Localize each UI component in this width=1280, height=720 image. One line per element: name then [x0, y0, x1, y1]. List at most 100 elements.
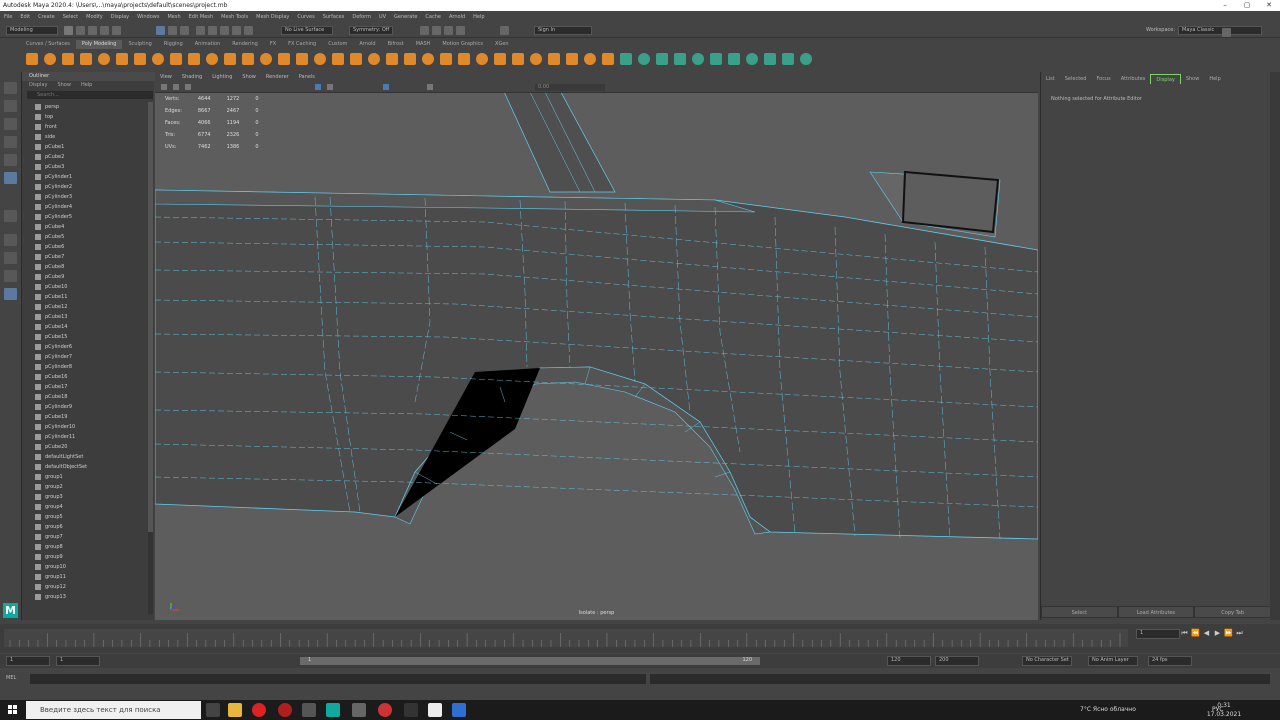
go-to-start-icon[interactable]: ⏮	[1180, 629, 1189, 638]
unreal-icon[interactable]	[404, 703, 418, 717]
menu-edit-mesh[interactable]: Edit Mesh	[185, 14, 217, 20]
outliner-item[interactable]: group6	[35, 522, 63, 532]
outliner-item[interactable]: pCylinder1	[35, 172, 72, 182]
rotate-tool-icon[interactable]	[4, 154, 17, 166]
menu-select[interactable]: Select	[59, 14, 82, 20]
outliner-item[interactable]: pCube18	[35, 392, 67, 402]
layout-icon[interactable]	[1222, 28, 1231, 37]
shelf-tab-rendering[interactable]: Rendering	[226, 40, 264, 49]
attr-tab-attributes[interactable]: Attributes	[1116, 74, 1151, 84]
time-slider[interactable]	[4, 629, 1128, 647]
outliner-item[interactable]: group8	[35, 542, 63, 552]
viewport-mesh[interactable]	[155, 72, 1038, 620]
step-back-icon[interactable]: ◀	[1202, 629, 1211, 637]
shelf-tool-icon[interactable]	[656, 53, 668, 65]
shelf-tool-icon[interactable]	[422, 53, 434, 65]
shelf-tool-icon[interactable]	[314, 53, 326, 65]
snap-grid-icon[interactable]	[196, 26, 205, 35]
weather-widget[interactable]: 7°C Ясно облачно	[1080, 700, 1136, 720]
outliner-item[interactable]: pCylinder9	[35, 402, 72, 412]
shelf-tool-icon[interactable]	[566, 53, 578, 65]
shelf-tool-icon[interactable]	[782, 53, 794, 65]
isolate-select-icon[interactable]	[383, 84, 389, 90]
shelf-tool-icon[interactable]	[260, 53, 272, 65]
shelf-tool-icon[interactable]	[602, 53, 614, 65]
open-scene-icon[interactable]	[76, 26, 85, 35]
shelf-tool-icon[interactable]	[350, 53, 362, 65]
attr-tab-show[interactable]: Show	[1181, 74, 1205, 84]
outliner-item[interactable]: pCube6	[35, 242, 64, 252]
four-view-icon[interactable]	[4, 234, 17, 246]
taskbar-search-input[interactable]: Введите здесь текст для поиска	[26, 701, 201, 719]
anim-layer-dropdown[interactable]: No Anim Layer	[1088, 656, 1138, 666]
shelf-tool-icon[interactable]	[278, 53, 290, 65]
outliner-item[interactable]: pCylinder11	[35, 432, 75, 442]
range-start-field[interactable]: 1	[56, 656, 100, 666]
render-settings-icon[interactable]	[444, 26, 453, 35]
shelf-tool-icon[interactable]	[152, 53, 164, 65]
shelf-tool-icon[interactable]	[764, 53, 776, 65]
range-end-field[interactable]: 120	[887, 656, 931, 666]
bookmark-icon[interactable]	[185, 84, 191, 90]
outliner-item[interactable]: pCube2	[35, 152, 64, 162]
attr-tab-focus[interactable]: Focus	[1091, 74, 1115, 84]
outliner-item[interactable]: top	[35, 112, 53, 122]
outliner-item[interactable]: group10	[35, 562, 66, 572]
render-icon[interactable]	[420, 26, 429, 35]
shelf-tool-icon[interactable]	[476, 53, 488, 65]
outliner-item[interactable]: group11	[35, 572, 66, 582]
menu-curves[interactable]: Curves	[293, 14, 318, 20]
select-by-hierarchy-icon[interactable]	[156, 26, 165, 35]
outliner-item[interactable]: pCube5	[35, 232, 64, 242]
shelf-tool-icon[interactable]	[188, 53, 200, 65]
shelf-tool-icon[interactable]	[674, 53, 686, 65]
outliner-item[interactable]: pCube9	[35, 272, 64, 282]
grid-icon[interactable]	[427, 84, 433, 90]
shelf-tool-icon[interactable]	[692, 53, 704, 65]
outliner-item[interactable]: pCube8	[35, 262, 64, 272]
select-tool-icon[interactable]	[4, 82, 17, 94]
menu-mesh-tools[interactable]: Mesh Tools	[217, 14, 252, 20]
camera-attributes-icon[interactable]	[173, 84, 179, 90]
play-icon[interactable]: ▶	[1213, 629, 1222, 637]
viewport-menu-view[interactable]: View	[155, 72, 177, 82]
outliner-item[interactable]: pCube14	[35, 322, 67, 332]
camera-app-icon[interactable]	[302, 703, 316, 717]
outliner-scroll-thumb[interactable]	[148, 102, 153, 532]
menu-file[interactable]: File	[0, 14, 16, 20]
menu-deform[interactable]: Deform	[348, 14, 375, 20]
outliner-item[interactable]: pCube19	[35, 412, 67, 422]
outliner-item[interactable]: pCube10	[35, 282, 67, 292]
outliner-item[interactable]: pCylinder3	[35, 192, 72, 202]
viewport-panel[interactable]: View Shading Lighting Show Renderer Panels 0.…	[155, 72, 1038, 620]
menu-mesh-display[interactable]: Mesh Display	[252, 14, 293, 20]
outliner-item[interactable]: group13	[35, 592, 66, 602]
outliner-item[interactable]: pCube4	[35, 222, 64, 232]
shelf-tab-xgen[interactable]: XGen	[489, 40, 515, 49]
shelf-tab-custom[interactable]: Custom	[322, 40, 353, 49]
shelf-tool-icon[interactable]	[206, 53, 218, 65]
outliner-item[interactable]: persp	[35, 102, 59, 112]
outliner-item[interactable]: front	[35, 122, 57, 132]
scale-tool-icon[interactable]	[4, 172, 17, 184]
outliner-item[interactable]: group1	[35, 472, 63, 482]
menu-arnold[interactable]: Arnold	[445, 14, 469, 20]
snap-view-icon[interactable]	[232, 26, 241, 35]
menu-display[interactable]: Display	[107, 14, 133, 20]
shelf-tab-fx[interactable]: FX	[264, 40, 282, 49]
menu-modify[interactable]: Modify	[82, 14, 107, 20]
copy-tab-button[interactable]: Copy Tab	[1194, 606, 1272, 618]
viewport-menu-lighting[interactable]: Lighting	[207, 72, 237, 82]
menu-mesh[interactable]: Mesh	[163, 14, 184, 20]
select-camera-icon[interactable]	[161, 84, 167, 90]
outliner-item[interactable]: group9	[35, 552, 63, 562]
outliner-item[interactable]: group3	[35, 492, 63, 502]
single-perspective-icon[interactable]	[4, 210, 17, 222]
outliner-item[interactable]: pCylinder6	[35, 342, 72, 352]
outliner-item[interactable]: pCube20	[35, 442, 67, 452]
viewport-field[interactable]: 0.00	[535, 84, 605, 91]
symmetry-dropdown[interactable]: Symmetry: Off	[349, 26, 393, 35]
shelf-tab-motion-graphics[interactable]: Motion Graphics	[436, 40, 489, 49]
fps-dropdown[interactable]: 24 fps	[1148, 656, 1192, 666]
undo-icon[interactable]	[100, 26, 109, 35]
